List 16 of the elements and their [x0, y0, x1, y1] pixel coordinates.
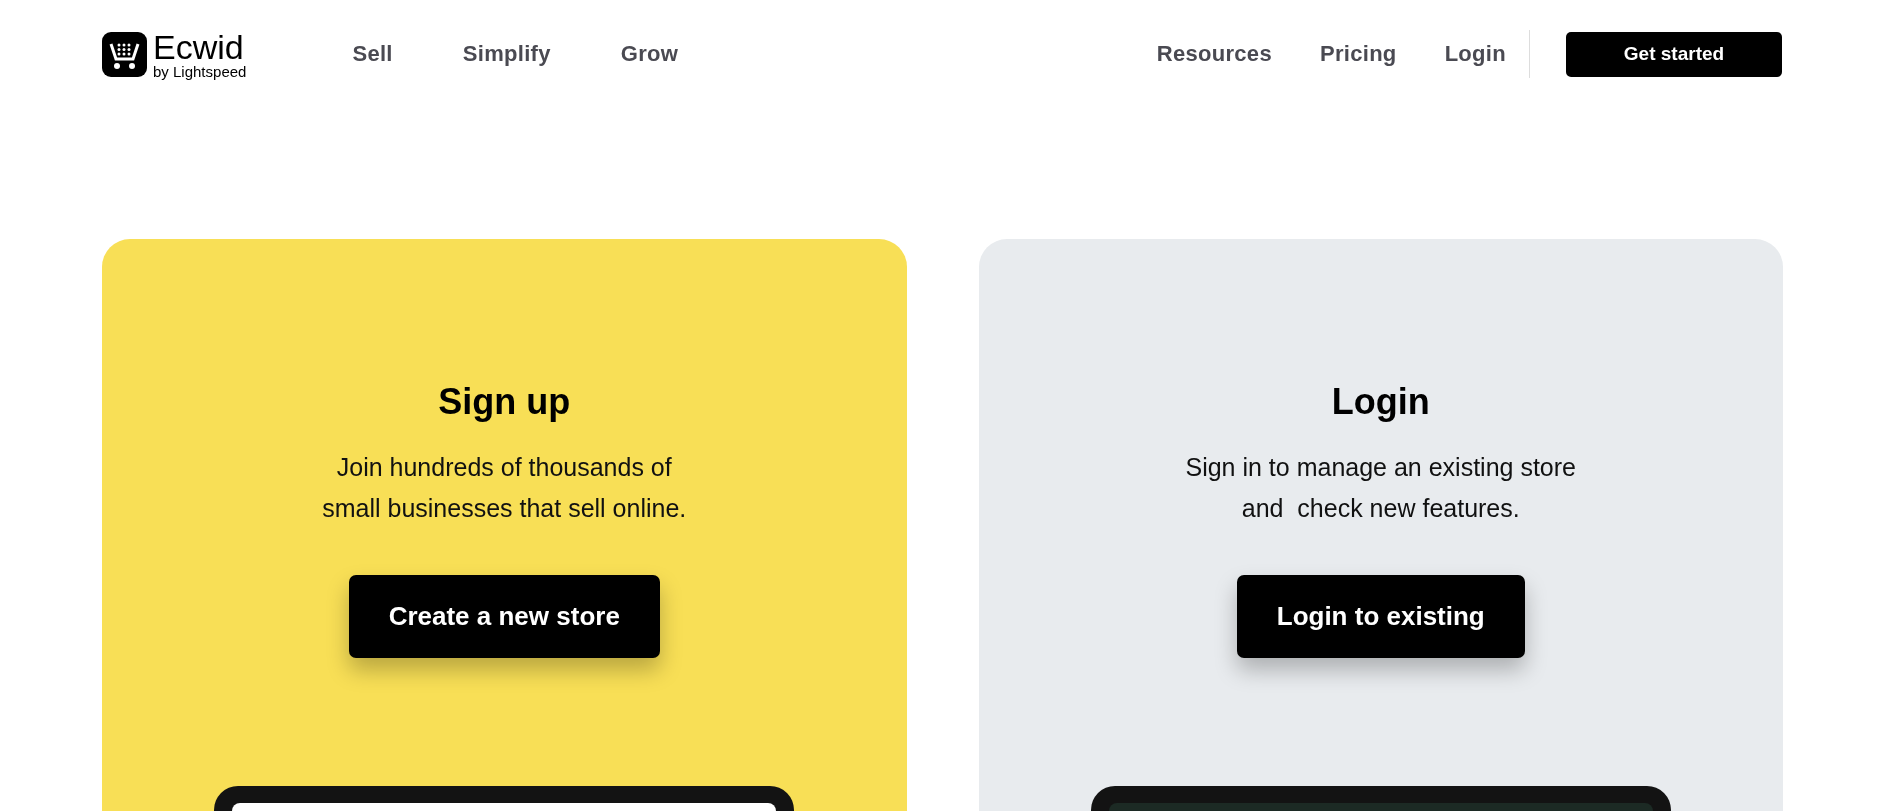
cart-logo-icon	[102, 31, 147, 77]
card-title: Sign up	[438, 381, 571, 423]
nav-link[interactable]: Simplify	[462, 41, 551, 67]
nav-link[interactable]: Sell	[352, 41, 393, 67]
logo-tagline: by Lightspeed	[153, 63, 247, 79]
nav-link[interactable]: Pricing	[1319, 41, 1397, 67]
card-button[interactable]: Create a new store	[348, 575, 660, 658]
card-description: Sign in to manage an existing store and check new features.	[1185, 452, 1576, 524]
nav-link[interactable]: Resources	[1156, 41, 1272, 67]
nav-link[interactable]: Login	[1444, 41, 1506, 67]
card-title: Login	[1331, 381, 1430, 423]
card-button[interactable]: Login to existing	[1236, 575, 1525, 658]
get-started-button[interactable]: Get started	[1566, 31, 1782, 77]
nav-link[interactable]: Grow	[620, 41, 679, 67]
card-description: Join hundreds of thousands of small businesses that sell online.	[322, 452, 687, 524]
logo-name: Ecwid	[153, 29, 245, 64]
